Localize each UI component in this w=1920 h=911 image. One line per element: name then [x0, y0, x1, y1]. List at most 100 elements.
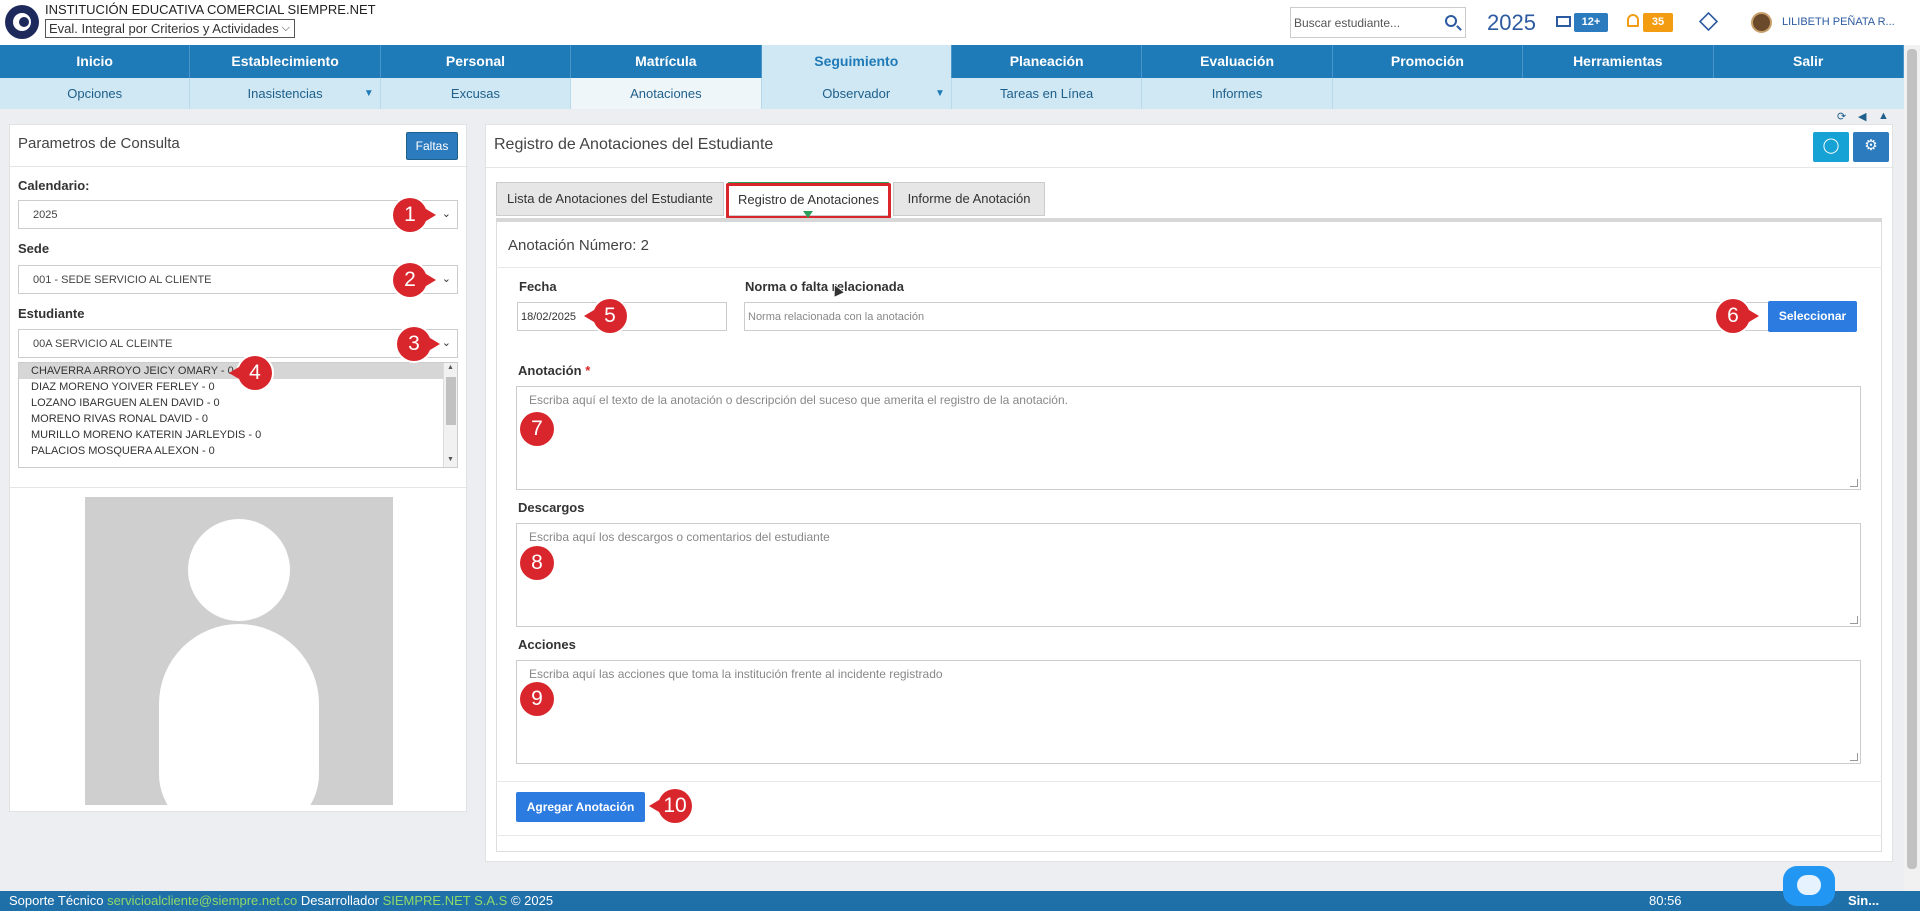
subnav-excusas[interactable]: Excusas	[381, 78, 572, 109]
user-avatar[interactable]	[1751, 12, 1772, 33]
calendario-value: 2025	[33, 209, 58, 221]
nav-evaluacion[interactable]: Evaluación	[1142, 45, 1333, 78]
bell-icon[interactable]	[1627, 14, 1639, 27]
anotacion-textarea[interactable]: Escriba aquí el texto de la anotación o …	[516, 386, 1861, 490]
page-scrollbar[interactable]	[1904, 45, 1920, 891]
annotation-register-panel: Registro de Anotaciones del Estudiante ◯…	[485, 124, 1894, 862]
scrollbar-thumb[interactable]	[1907, 49, 1917, 869]
student-search-input[interactable]: Buscar estudiante...	[1290, 7, 1466, 38]
subnav-informes[interactable]: Informes	[1142, 78, 1333, 109]
annotation-number: Anotación Número: 2	[508, 237, 649, 254]
mail-count-badge[interactable]: 12+	[1574, 13, 1608, 32]
tab-lista-anotaciones[interactable]: Lista de Anotaciones del Estudiante	[496, 182, 724, 216]
avatar-head-shape	[188, 519, 290, 621]
sede-select[interactable]: 001 - SEDE SERVICIO AL CLIENTE ⌄	[18, 265, 458, 294]
callout-10: 10	[649, 789, 692, 823]
cube-icon[interactable]	[1698, 11, 1719, 32]
sede-value: 001 - SEDE SERVICIO AL CLIENTE	[33, 274, 212, 286]
panel-title: Parametros de Consulta	[18, 135, 180, 152]
subnav-tareas[interactable]: Tareas en Línea	[952, 78, 1143, 109]
scroll-up-icon[interactable]: ▲	[447, 364, 454, 371]
developer-label: Desarrollador	[300, 893, 379, 908]
arrow-up-icon[interactable]: ▲	[1878, 110, 1889, 122]
sede-label: Sede	[18, 241, 50, 256]
nav-planeacion[interactable]: Planeación	[952, 45, 1143, 78]
student-photo-placeholder	[85, 497, 393, 805]
nav-inicio[interactable]: Inicio	[0, 45, 191, 78]
callout-3: 3	[397, 327, 440, 361]
norma-label: Norma o falta relacionada	[745, 279, 904, 294]
school-name: INSTITUCIÓN EDUCATIVA COMERCIAL SIEMPRE.…	[45, 2, 376, 17]
list-item[interactable]: PALACIOS MOSQUERA ALEXON - 0	[19, 443, 457, 459]
list-scrollbar[interactable]: ▲ ▼	[443, 363, 457, 467]
norma-input[interactable]: Norma relacionada con la anotación	[744, 302, 1769, 331]
top-header: INSTITUCIÓN EDUCATIVA COMERCIAL SIEMPRE.…	[0, 0, 1920, 45]
callout-9: 9	[520, 682, 554, 716]
tab-informe-anotacion[interactable]: Informe de Anotación	[893, 182, 1045, 216]
estudiante-value: 00A SERVICIO AL CLEINTE	[33, 338, 173, 350]
gear-icon[interactable]: ⚙	[1853, 132, 1889, 162]
resize-handle[interactable]	[1850, 616, 1858, 624]
back-icon[interactable]: ◀	[1858, 110, 1866, 123]
developer-link[interactable]: SIEMPRE.NET S.A.S	[383, 893, 508, 908]
nav-matricula[interactable]: Matrícula	[571, 45, 762, 78]
divider	[496, 267, 1882, 268]
list-item[interactable]: MORENO RIVAS RONAL DAVID - 0	[19, 411, 457, 427]
mail-icon[interactable]	[1556, 16, 1571, 27]
subnav-inasistencias[interactable]: Inasistencias ▼	[190, 78, 381, 109]
nav-establecimiento[interactable]: Establecimiento	[190, 45, 381, 78]
divider	[486, 167, 1894, 168]
chat-icon[interactable]	[1783, 866, 1835, 906]
nav-seguimiento[interactable]: Seguimiento	[761, 45, 952, 78]
resize-handle[interactable]	[1850, 479, 1858, 487]
acciones-label: Acciones	[518, 637, 576, 652]
calendario-label: Calendario:	[18, 178, 90, 193]
acciones-textarea[interactable]: Escriba aquí las acciones que toma la in…	[516, 660, 1861, 764]
descargos-label: Descargos	[518, 500, 585, 515]
search-placeholder: Buscar estudiante...	[1294, 16, 1401, 30]
list-item[interactable]: DIAZ MORENO YOIVER FERLEY - 0	[19, 379, 457, 395]
footer: Soporte Técnico servicioalcliente@siempr…	[0, 891, 1920, 911]
refresh-icon[interactable]: ⟳	[1837, 110, 1846, 123]
callout-5: 5	[584, 299, 627, 333]
list-item[interactable]: LOZANO IBARGUEN ALEN DAVID - 0	[19, 395, 457, 411]
callout-7: 7	[520, 412, 554, 446]
estudiante-select[interactable]: 00A SERVICIO AL CLEINTE ⌄	[18, 329, 458, 358]
support-email-link[interactable]: servicioalcliente@siempre.net.co	[107, 893, 297, 908]
list-item[interactable]: MURILLO MORENO KATERIN JARLEYDIS - 0	[19, 427, 457, 443]
nav-personal[interactable]: Personal	[381, 45, 572, 78]
subnav-anotaciones[interactable]: Anotaciones	[571, 78, 762, 109]
nav-herramientas[interactable]: Herramientas	[1523, 45, 1714, 78]
user-name[interactable]: LILIBETH PEÑATA R...	[1782, 16, 1895, 28]
faltas-button[interactable]: Faltas	[406, 132, 458, 160]
scroll-down-icon[interactable]: ▼	[447, 456, 454, 463]
calendario-select[interactable]: 2025 ⌄	[18, 200, 458, 229]
anotacion-placeholder: Escriba aquí el texto de la anotación o …	[529, 393, 1068, 407]
resize-handle[interactable]	[1850, 753, 1858, 761]
divider	[10, 166, 468, 167]
avatar-body-shape	[159, 624, 319, 805]
chevron-down-icon: ⌄	[441, 273, 451, 285]
notification-count-badge[interactable]: 35	[1643, 13, 1673, 32]
caret-down-icon: ▼	[935, 88, 945, 99]
acciones-placeholder: Escriba aquí las acciones que toma la in…	[529, 667, 943, 681]
descargos-textarea[interactable]: Escriba aquí los descargos o comentarios…	[516, 523, 1861, 627]
globe-icon[interactable]: ◯	[1813, 132, 1849, 162]
nav-salir[interactable]: Salir	[1714, 45, 1904, 78]
caret-down-icon: ▼	[363, 88, 374, 99]
callout-2: 2	[393, 263, 436, 297]
eval-mode-value: Eval. Integral por Criterios y Actividad…	[49, 21, 279, 36]
seleccionar-button[interactable]: Seleccionar	[1768, 301, 1857, 332]
subnav-observador[interactable]: Observador ▼	[762, 78, 952, 109]
divider	[496, 781, 1882, 782]
anotacion-label: Anotación *	[518, 363, 590, 378]
eval-mode-select[interactable]: Eval. Integral por Criterios y Actividad…	[45, 19, 295, 38]
copyright: © 2025	[510, 893, 554, 908]
list-scroll-thumb[interactable]	[446, 377, 456, 425]
search-icon[interactable]	[1445, 15, 1457, 27]
subnav-opciones[interactable]: Opciones	[0, 78, 191, 109]
year-display[interactable]: 2025	[1487, 10, 1536, 36]
panel-title: Registro de Anotaciones del Estudiante	[494, 136, 774, 153]
nav-promocion[interactable]: Promoción	[1333, 45, 1524, 78]
agregar-anotacion-button[interactable]: Agregar Anotación	[516, 792, 645, 822]
